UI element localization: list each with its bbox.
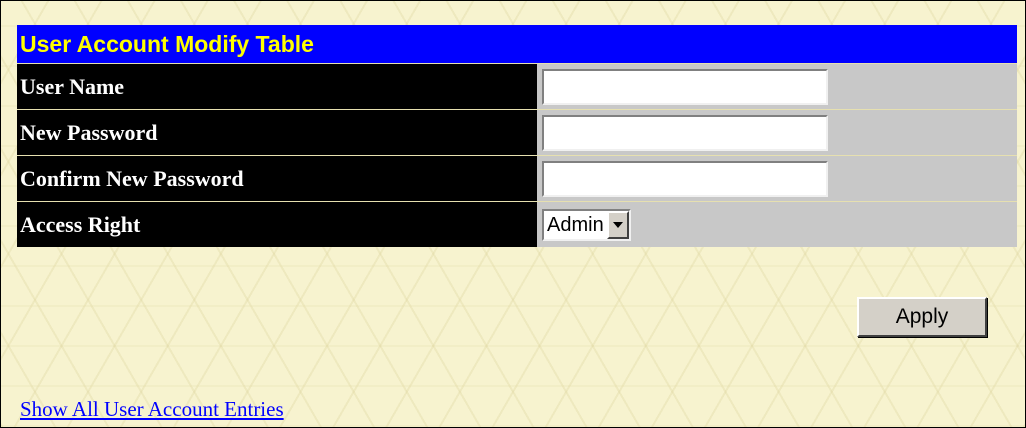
user-name-label: User Name: [17, 64, 537, 109]
confirm-password-input[interactable]: [542, 160, 828, 197]
user-account-modify-table: User Account Modify Table User Name New …: [17, 25, 1017, 247]
chevron-down-icon[interactable]: [606, 210, 629, 239]
page-frame: User Account Modify Table User Name New …: [0, 0, 1026, 428]
row-confirm-password: Confirm New Password: [17, 155, 1017, 201]
new-password-input[interactable]: [542, 114, 828, 151]
row-access-right: Access Right Admin: [17, 201, 1017, 247]
access-right-label: Access Right: [17, 202, 537, 247]
show-all-user-accounts-link[interactable]: Show All User Account Entries: [20, 397, 284, 422]
row-new-password: New Password: [17, 109, 1017, 155]
apply-container: Apply: [1, 297, 1001, 337]
new-password-label: New Password: [17, 110, 537, 155]
new-password-cell: [537, 110, 1017, 155]
user-name-input[interactable]: [542, 68, 828, 105]
user-name-cell: [537, 64, 1017, 109]
access-right-cell: Admin: [537, 202, 1017, 247]
access-right-selected-value: Admin: [547, 213, 604, 236]
row-user-name: User Name: [17, 63, 1017, 109]
apply-button[interactable]: Apply: [857, 297, 987, 337]
table-title: User Account Modify Table: [17, 25, 1017, 63]
confirm-password-cell: [537, 156, 1017, 201]
confirm-password-label: Confirm New Password: [17, 156, 537, 201]
access-right-select[interactable]: Admin: [542, 208, 631, 241]
